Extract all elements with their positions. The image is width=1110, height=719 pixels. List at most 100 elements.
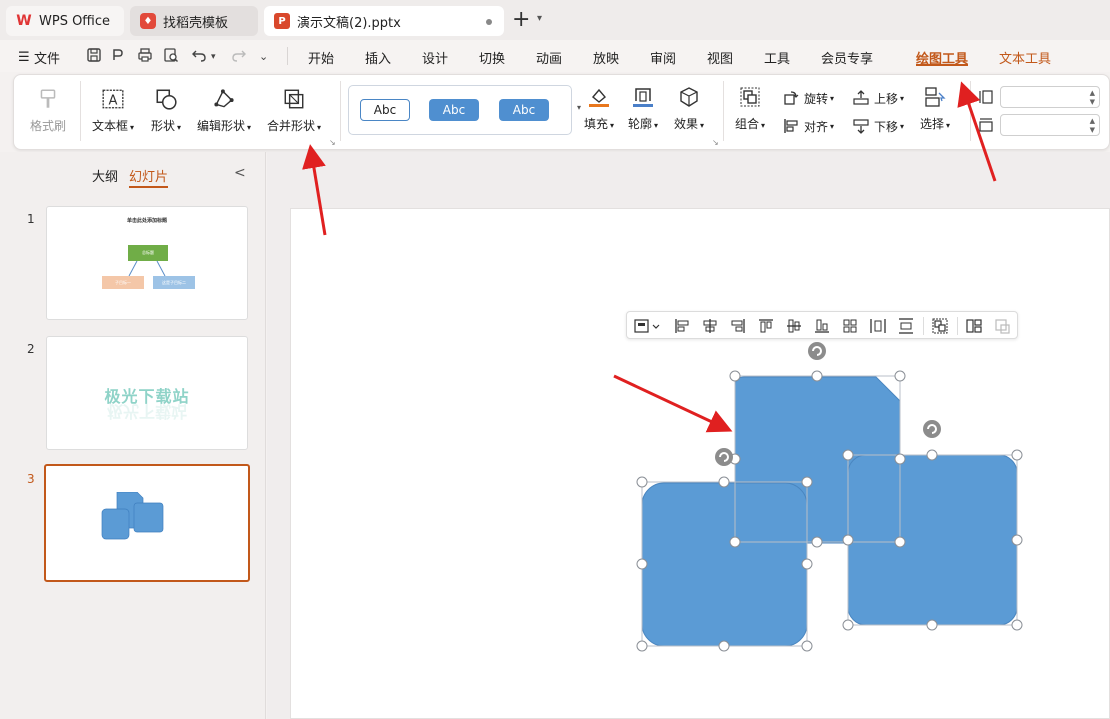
distribute-vertical-icon[interactable] [897,317,915,335]
shape-button[interactable]: 形状 ▾ [151,87,181,134]
rotate-icon [784,91,799,105]
align-left-icon[interactable] [673,317,691,335]
thumb-connector-lines [128,261,166,277]
tab-label: 演示文稿(2).pptx [297,15,401,31]
merge-shapes-icon [284,89,304,109]
text-box-icon: A [102,89,124,108]
tab-wps-office[interactable]: W WPS Office [6,6,124,36]
distribute-grid-icon[interactable] [841,317,859,335]
slide-thumbnail-1[interactable]: 单击此处添加标题 总标题 子目标一 这是子目标二 [46,206,248,320]
new-tab-button[interactable]: + [512,8,530,32]
spin-up-icon[interactable]: ▲ [1090,90,1095,97]
send-backward-icon [853,119,869,134]
tab-view[interactable]: 视图 [707,48,733,67]
layers-icon[interactable] [965,317,983,335]
chevron-down-icon: ▾ [247,123,252,132]
tab-text-tools[interactable]: 文本工具 [999,48,1051,67]
svg-text:A: A [109,93,118,108]
width-input[interactable]: ▲ ▼ [1000,114,1100,136]
edit-shape-button[interactable]: 编辑形状 ▾ [197,87,251,134]
align-bottom-icon[interactable] [813,317,831,335]
thumb-title: 单击此处添加标题 [126,218,167,224]
more-chevron-icon[interactable]: ⌄ [259,50,268,63]
style-sample-outline[interactable]: Abc [360,99,410,121]
slides-panel: 大纲 幻灯片 < 1 单击此处添加标题 总标题 子目标一 这是子目标二 2 极光… [0,152,266,719]
fill-button[interactable]: 填充 ▾ [584,85,614,132]
height-input[interactable]: ▲ ▼ [1000,86,1100,108]
slide-canvas[interactable] [290,208,1110,719]
style-sample-filled-alt[interactable]: Abc [499,99,549,121]
tab-member[interactable]: 会员专享 [821,48,873,67]
tab-outline[interactable]: 大纲 [92,166,118,185]
slide-thumbnail-3[interactable] [44,464,250,582]
dialog-launcher-icon[interactable]: ↘ [329,138,336,147]
slide-number: 2 [27,342,35,356]
effect-button[interactable]: 效果 ▾ [674,85,704,132]
align-center-icon[interactable] [701,317,719,335]
thumb-shapes [101,492,164,540]
layout-menu-icon[interactable] [633,317,663,335]
spin-down-icon[interactable]: ▼ [1090,99,1095,106]
bring-forward-button[interactable]: 上移 ▾ [852,89,904,107]
export-pdf-icon[interactable] [110,47,126,63]
style-sample-filled[interactable]: Abc [429,99,479,121]
slide-thumbnail-2[interactable]: 极光下载站 极光下载站 [46,336,248,450]
tab-insert[interactable]: 插入 [365,48,391,67]
spin-down-icon[interactable]: ▼ [1090,127,1095,134]
print-preview-icon[interactable] [163,47,179,63]
menu-bar: ☰ 文件 ▾ ⌄ 开始 插入 设计 切换 动画 放映 审阅 视图 工具 会员专享… [0,40,1110,101]
tab-animation[interactable]: 动画 [536,48,562,67]
distribute-horizontal-icon[interactable] [869,317,887,335]
unsaved-dot-icon[interactable] [486,19,492,25]
align-button[interactable]: 对齐 ▾ [782,117,834,135]
tab-slideshow[interactable]: 放映 [593,48,619,67]
chevron-down-icon[interactable]: ▾ [537,13,542,24]
merge-shape-button[interactable]: 合并形状 ▾ [267,87,321,134]
wps-logo-icon: W [16,13,32,29]
format-painter-icon [40,89,56,108]
file-menu-label: 文件 [34,52,61,67]
docer-icon: ♦ [140,13,156,29]
tab-transition[interactable]: 切换 [479,48,505,67]
redo-icon[interactable] [231,47,247,63]
outline-button[interactable]: 轮廓 ▾ [628,85,658,132]
tab-docer-templates[interactable]: ♦ 找稻壳模板 [130,6,258,36]
chevron-down-icon: ▾ [700,121,705,130]
tab-home[interactable]: 开始 [308,48,334,67]
file-menu[interactable]: ☰ 文件 [18,48,60,67]
format-painter-button[interactable]: 格式刷 [30,87,66,134]
save-icon[interactable] [86,47,102,63]
tab-tools[interactable]: 工具 [764,48,790,67]
collapse-panel-button[interactable]: < [234,165,246,181]
edit-points-icon [214,89,234,108]
ribbon-toolbar: 格式刷 A 文本框 ▾ 形状 ▾ 编辑形状 ▾ 合并形状 ▾ ↘ Abc Abc Abc… [13,74,1110,150]
group-icon[interactable] [931,317,949,335]
dialog-launcher-icon[interactable]: ↘ [712,138,719,147]
chevron-down-icon[interactable]: ▾ [211,52,216,62]
tab-slides[interactable]: 幻灯片 [129,166,169,188]
chevron-down-icon: ▾ [830,121,835,131]
crop-disabled-icon[interactable] [993,317,1011,335]
tab-review[interactable]: 审阅 [650,48,676,67]
undo-icon[interactable] [191,47,207,63]
title-bar: W WPS Office ♦ 找稻壳模板 P 演示文稿(2).pptx + ▾ [0,0,1110,40]
chevron-down-icon: ▾ [317,123,322,132]
text-box-button[interactable]: A 文本框 ▾ [92,87,134,134]
align-middle-icon[interactable] [785,317,803,335]
tab-presentation[interactable]: P 演示文稿(2).pptx [264,6,504,36]
print-icon[interactable] [137,47,153,63]
group-button[interactable]: 组合 ▾ [735,85,765,132]
chevron-down-icon: ▾ [946,121,951,130]
style-gallery-more-icon[interactable]: ▾ [577,103,581,112]
align-top-icon[interactable] [757,317,775,335]
send-backward-button[interactable]: 下移 ▾ [852,117,904,135]
tab-label: 找稻壳模板 [163,15,229,31]
select-button[interactable]: 选择 ▾ [920,85,950,132]
tab-design[interactable]: 设计 [422,48,448,67]
rotate-button[interactable]: 旋转 ▾ [782,89,834,107]
bring-forward-icon [853,90,869,105]
spin-up-icon[interactable]: ▲ [1090,118,1095,125]
width-icon [979,118,993,132]
toolbar-divider [957,317,958,335]
align-right-icon[interactable] [729,317,747,335]
